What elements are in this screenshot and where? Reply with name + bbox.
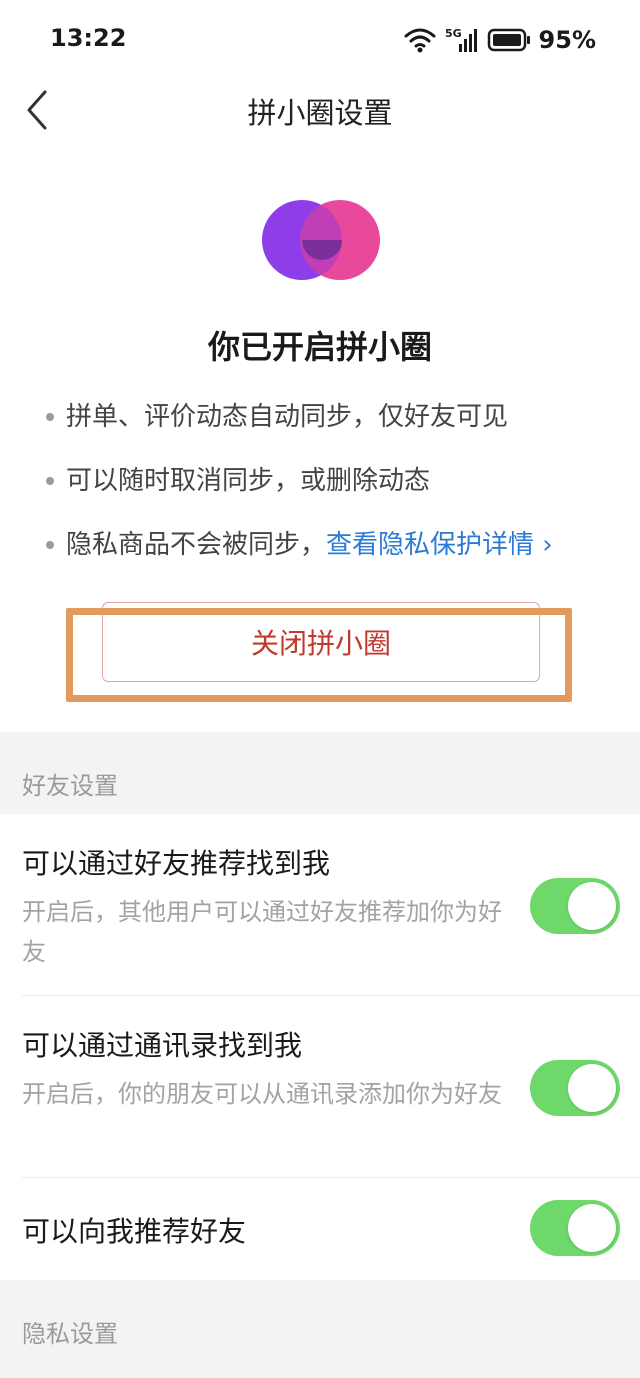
battery-percent: 95% <box>538 26 596 54</box>
signal-5g-icon: 5G <box>445 27 477 52</box>
pinxiaoquan-logo <box>262 200 380 280</box>
feature-list: 拼单、评价动态自动同步，仅好友可见 可以随时取消同步，或删除动态 隐私商品不会被… <box>42 395 612 587</box>
toggle-find-by-contacts[interactable] <box>530 1060 620 1116</box>
toggle-knob <box>568 1064 616 1112</box>
close-circle-button[interactable]: 关闭拼小圈 <box>102 602 540 682</box>
section-header-friends: 好友设置 <box>0 732 640 814</box>
svg-text:5G: 5G <box>445 27 462 40</box>
bullet-dot <box>46 541 54 549</box>
bullet-dot <box>46 477 54 485</box>
nav-bar: 拼小圈设置 <box>0 80 640 140</box>
wifi-icon <box>404 28 436 53</box>
toggle-recommend-friends[interactable] <box>530 1200 620 1256</box>
section-header-privacy: 隐私设置 <box>0 1280 640 1378</box>
setting-description: 开启后，其他用户可以通过好友推荐加你为好友 <box>22 898 502 966</box>
setting-title: 可以通过好友推荐找到我 <box>22 847 331 880</box>
list-item: 隐私商品不会被同步，查看隐私保护详情 › <box>42 523 612 587</box>
section-title: 好友设置 <box>22 772 118 800</box>
bullet-text: 拼单、评价动态自动同步，仅好友可见 <box>66 402 509 432</box>
section-title: 隐私设置 <box>22 1320 118 1348</box>
toggle-knob <box>568 1204 616 1252</box>
circle-status-heading: 你已开启拼小圈 <box>207 328 432 366</box>
battery-icon <box>487 28 530 52</box>
setting-row-find-by-recommendation: 可以通过好友推荐找到我 开启后，其他用户可以通过好友推荐加你为好友 <box>0 814 640 996</box>
bullet-text: 隐私商品不会被同步， <box>66 530 327 560</box>
setting-row-recommend-friends: 可以向我推荐好友 <box>0 1178 640 1280</box>
status-icons: 5G 95% <box>403 22 596 58</box>
privacy-details-link[interactable]: 查看隐私保护详情 › <box>326 530 553 560</box>
setting-description: 开启后，你的朋友可以从通讯录添加你为好友 <box>22 1080 502 1108</box>
bullet-dot <box>46 413 54 421</box>
page-title: 拼小圈设置 <box>247 96 393 130</box>
toggle-knob <box>568 882 616 930</box>
status-bar: 13:22 5G 95% <box>0 0 640 80</box>
list-item: 可以随时取消同步，或删除动态 <box>42 459 612 523</box>
status-time: 13:22 <box>50 24 127 52</box>
setting-title: 可以向我推荐好友 <box>22 1215 247 1248</box>
setting-row-find-by-contacts: 可以通过通讯录找到我 开启后，你的朋友可以从通讯录添加你为好友 <box>0 996 640 1178</box>
bullet-text: 可以随时取消同步，或删除动态 <box>66 466 431 496</box>
list-item: 拼单、评价动态自动同步，仅好友可见 <box>42 395 612 459</box>
setting-title: 可以通过通讯录找到我 <box>22 1029 303 1062</box>
toggle-find-by-recommendation[interactable] <box>530 878 620 934</box>
